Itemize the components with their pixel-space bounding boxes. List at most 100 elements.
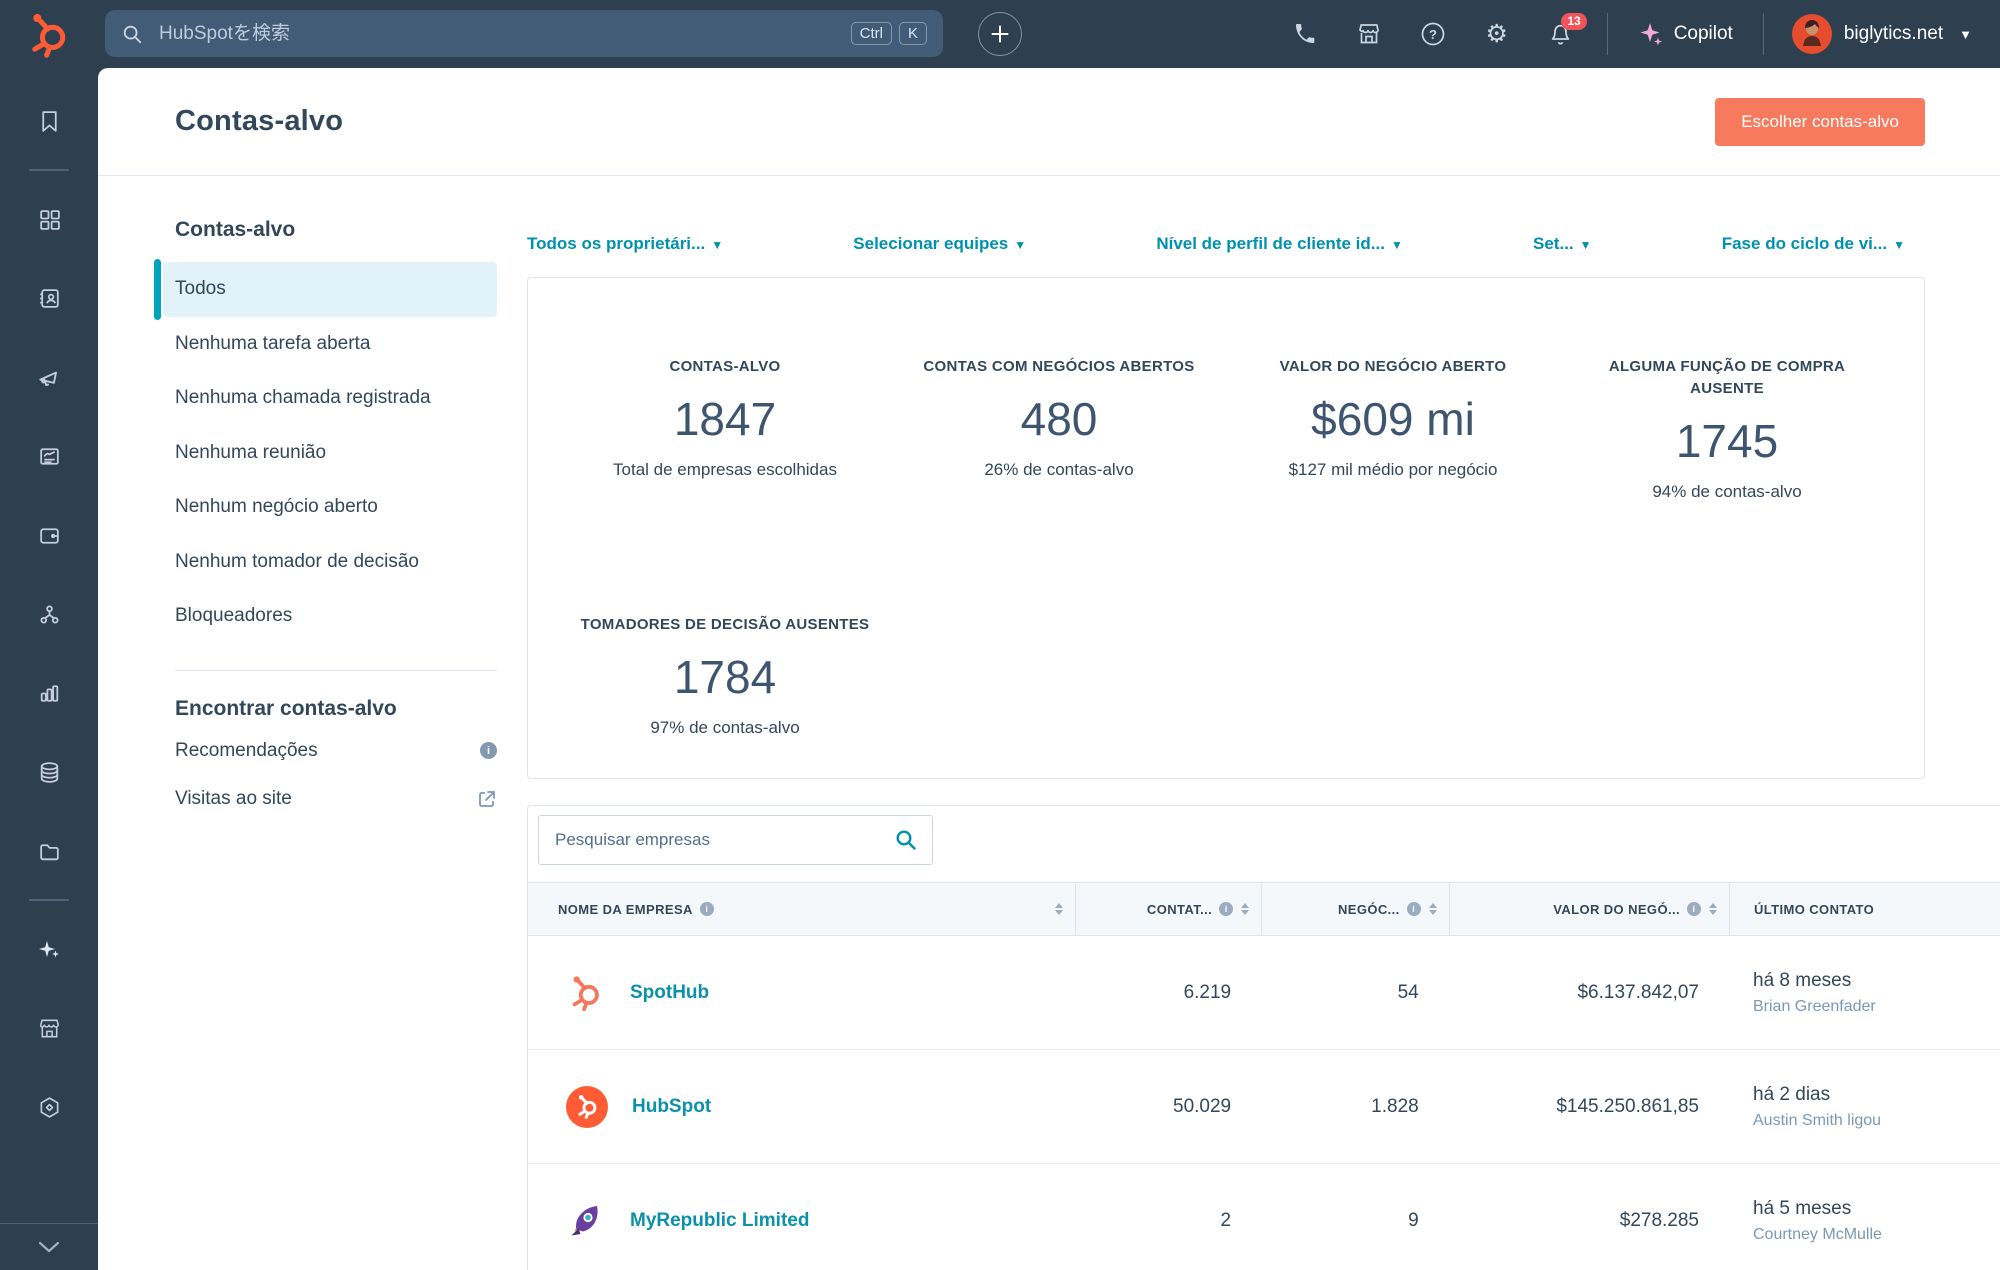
company-search-input[interactable] (553, 829, 894, 851)
table-row[interactable]: SpotHub 6.219 54 $6.137.842,07 há 8 mese… (528, 936, 2000, 1050)
sidebar-item-reporting[interactable] (0, 654, 98, 733)
external-link-icon (477, 789, 497, 809)
sparkle-icon (36, 937, 62, 963)
sidebar-item-todos[interactable]: Todos (163, 262, 497, 317)
sidebar-item-ai[interactable] (0, 910, 98, 989)
sidebar-item-commerce[interactable] (0, 496, 98, 575)
topbar-right-cluster: ? ⚙ 13 Copilot (1273, 0, 2000, 68)
sidebar-item-bloqueadores[interactable]: Bloqueadores (163, 589, 497, 644)
sidebar-item-nenhuma-chamada[interactable]: Nenhuma chamada registrada (163, 371, 497, 426)
chevron-down-icon (38, 1241, 60, 1253)
filter-setor-dropdown[interactable]: Set...▼ (1533, 234, 1592, 254)
article-icon (37, 444, 62, 469)
sidebar-item-nenhuma-tarefa[interactable]: Nenhuma tarefa aberta (163, 317, 497, 372)
megaphone-icon (36, 365, 62, 391)
list-item-label: Nenhuma tarefa aberta (175, 333, 370, 354)
stat-caption: 26% de contas-alvo (892, 460, 1226, 480)
search-icon[interactable] (894, 828, 918, 852)
column-header-deals[interactable]: NEGÓC... i (1261, 883, 1449, 935)
stat-title: VALOR DO NEGÓCIO ABERTO (1243, 356, 1543, 378)
last-contact-person: Austin Smith ligou (1753, 1112, 1881, 1130)
sidebar-item-marketplace[interactable] (0, 989, 98, 1068)
find-accounts-heading: Encontrar contas-alvo (175, 697, 497, 721)
sidebar-item-recomendacoes[interactable]: Recomendações i (175, 727, 497, 775)
sidebar-item-automations[interactable] (0, 575, 98, 654)
contacts-cell: 2 (1075, 1164, 1262, 1270)
stat-caption: Total de empresas escolhidas (558, 460, 892, 480)
filter-owners-dropdown[interactable]: Todos os proprietári...▼ (527, 234, 723, 254)
sidebar-item-marketing[interactable] (0, 338, 98, 417)
sort-toggle[interactable] (1055, 903, 1063, 915)
selected-indicator-bar (154, 259, 161, 320)
choose-target-accounts-button[interactable]: Escolher contas-alvo (1715, 98, 1925, 146)
global-search[interactable]: Ctrl K (105, 10, 943, 57)
info-icon[interactable]: i (1407, 902, 1421, 916)
hubspot-company-logo (566, 1086, 608, 1128)
account-menu[interactable]: biglytics.net ▼ (1778, 14, 1972, 54)
copilot-button[interactable]: Copilot (1622, 21, 1749, 47)
column-header-company-name[interactable]: NOME DA EMPRESA i (528, 883, 1075, 935)
stat-caption: $127 mil médio por negócio (1226, 460, 1560, 480)
column-header-last-contact[interactable]: ÚLTIMO CONTATO (1729, 883, 2000, 935)
company-search[interactable] (538, 815, 933, 865)
list-item-label: Nenhum tomador de decisão (175, 551, 419, 572)
database-icon (37, 760, 62, 785)
column-label: NEGÓC... (1338, 902, 1400, 917)
last-contact-time: há 5 meses (1753, 1198, 1851, 1220)
global-search-input[interactable] (157, 22, 851, 46)
info-icon[interactable]: i (1219, 902, 1233, 916)
sidebar-item-nenhum-tomador[interactable]: Nenhum tomador de decisão (163, 535, 497, 590)
column-header-contacts[interactable]: CONTAT... i (1075, 883, 1262, 935)
stat-title: CONTAS-ALVO (575, 356, 875, 378)
info-icon[interactable]: i (480, 742, 497, 759)
sidebar-item-library[interactable] (0, 812, 98, 891)
filter-label: Selecionar equipes (853, 234, 1008, 253)
settings-button[interactable]: ⚙ (1465, 22, 1529, 47)
column-header-deal-value[interactable]: VALOR DO NEGÓ... i (1449, 883, 1729, 935)
left-panel-list: Todos Nenhuma tarefa aberta Nenhuma cham… (163, 262, 497, 644)
sidebar-item-data[interactable] (0, 733, 98, 812)
marketplace-button[interactable] (1337, 21, 1401, 47)
page-title: Contas-alvo (175, 105, 343, 138)
stat-card-contas-alvo: CONTAS-ALVO 1847 Total de empresas escol… (558, 356, 892, 542)
copilot-sparkle-icon (1638, 21, 1664, 47)
sort-toggle[interactable] (1709, 903, 1717, 915)
summary-stats-panel: CONTAS-ALVO 1847 Total de empresas escol… (527, 277, 1925, 779)
info-icon[interactable]: i (700, 902, 714, 916)
last-contact-person: Courtney McMulle (1753, 1226, 1882, 1244)
last-contact-person: Brian Greenfader (1753, 998, 1876, 1016)
deals-cell: 1.828 (1261, 1050, 1449, 1163)
sidebar-item-workspaces[interactable] (0, 180, 98, 259)
help-button[interactable]: ? (1401, 21, 1465, 47)
company-name-link[interactable]: SpotHub (630, 982, 709, 1004)
bookmark-icon (37, 109, 62, 134)
filter-lifecycle-dropdown[interactable]: Fase do ciclo de vi...▼ (1722, 234, 1905, 254)
stat-card-tomadores-decisao: TOMADORES DE DECISÃO AUSENTES 1784 97% d… (558, 614, 892, 778)
sidebar-item-nenhum-negocio[interactable]: Nenhum negócio aberto (163, 480, 497, 535)
table-row[interactable]: MyRepublic Limited 2 9 $278.285 há 5 mes… (528, 1164, 2000, 1270)
org-chart-icon (37, 602, 62, 627)
sidebar-item-visitas-ao-site[interactable]: Visitas ao site (175, 775, 497, 823)
notifications-button[interactable]: 13 (1529, 22, 1593, 47)
avatar (1792, 14, 1832, 54)
sort-toggle[interactable] (1241, 903, 1249, 915)
sidebar-item-nenhuma-reuniao[interactable]: Nenhuma reunião (163, 426, 497, 481)
calling-button[interactable] (1273, 22, 1337, 46)
main-content: Contas-alvo Escolher contas-alvo Contas-… (98, 68, 2000, 1270)
create-button[interactable] (978, 12, 1022, 56)
sidebar-item-apps[interactable] (0, 1068, 98, 1147)
company-name-link[interactable]: HubSpot (632, 1096, 711, 1118)
company-name-link[interactable]: MyRepublic Limited (630, 1210, 809, 1232)
sidebar-item-crm[interactable] (0, 259, 98, 338)
filter-icp-dropdown[interactable]: Nível de perfil de cliente id...▼ (1156, 234, 1403, 254)
table-row[interactable]: HubSpot 50.029 1.828 $145.250.861,85 há … (528, 1050, 2000, 1164)
sidebar-item-content[interactable] (0, 417, 98, 496)
sidebar-item-bookmarks[interactable] (0, 82, 98, 161)
sidebar-collapse-button[interactable] (0, 1223, 98, 1270)
filter-teams-dropdown[interactable]: Selecionar equipes▼ (853, 234, 1026, 254)
keycap-k: K (899, 22, 927, 45)
info-icon[interactable]: i (1687, 902, 1701, 916)
copilot-label: Copilot (1674, 23, 1733, 45)
hubspot-logo[interactable] (24, 10, 74, 60)
sort-toggle[interactable] (1429, 903, 1437, 915)
